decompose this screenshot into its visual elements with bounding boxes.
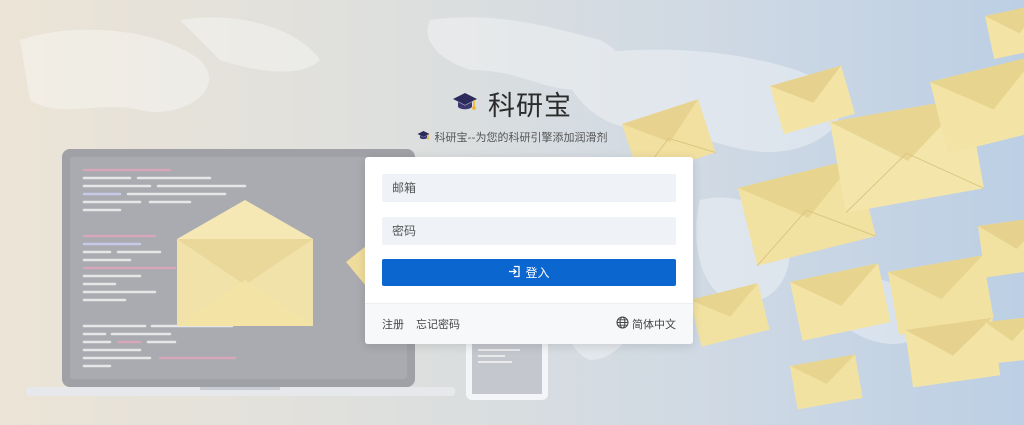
- card-footer: 注册 忘记密码 简体中文: [365, 303, 693, 344]
- email-input[interactable]: [382, 174, 676, 202]
- login-arrow-icon: [508, 265, 521, 281]
- login-card: 登入 注册 忘记密码 简体中文: [365, 157, 693, 344]
- brand-slogan: 科研宝--为您的科研引擎添加润滑剂: [0, 129, 1024, 145]
- brand-name: 科研宝: [488, 91, 572, 122]
- forgot-password-link[interactable]: 忘记密码: [416, 316, 460, 332]
- brand-header: 科研宝: [0, 84, 1024, 123]
- language-label: 简体中文: [632, 318, 676, 331]
- globe-icon: [616, 316, 629, 332]
- language-switcher[interactable]: 简体中文: [616, 316, 676, 332]
- register-link[interactable]: 注册: [382, 316, 404, 332]
- login-button-label: 登入: [525, 266, 550, 280]
- graduation-cap-icon: [417, 130, 430, 144]
- login-button[interactable]: 登入: [382, 259, 676, 286]
- password-input[interactable]: [382, 217, 676, 245]
- graduation-cap-icon: [452, 91, 478, 117]
- slogan-text: 科研宝--为您的科研引擎添加润滑剂: [434, 131, 608, 144]
- phone-illustration: [466, 340, 548, 400]
